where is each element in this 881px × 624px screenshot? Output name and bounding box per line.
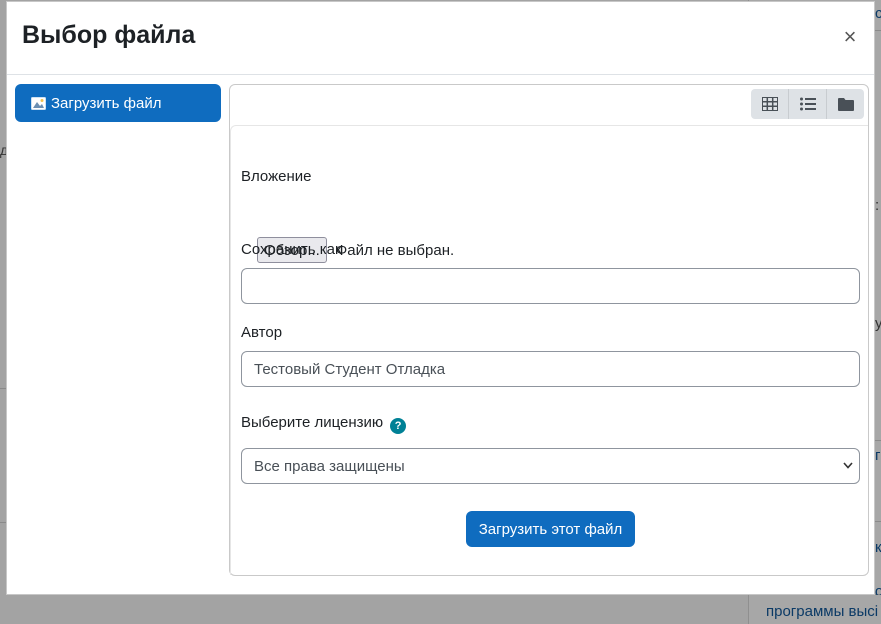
help-icon[interactable]: ? [390, 418, 407, 434]
background-text-fragment: у [875, 315, 881, 332]
file-status-text: Файл не выбран. [335, 241, 455, 259]
sidebar-item-upload-file[interactable]: Загрузить файл [15, 84, 221, 122]
upload-this-file-button[interactable]: Загрузить этот файл [466, 511, 635, 547]
view-switcher [751, 89, 864, 119]
background-text-fragment: с [875, 5, 881, 22]
upload-form: Вложение Обзор... Файл не выбран. Сохран… [230, 125, 868, 575]
license-select[interactable]: Все права защищены [241, 448, 860, 484]
author-label: Автор [241, 324, 283, 341]
author-input[interactable] [241, 351, 860, 387]
file-picker-dialog: Выбор файла × Загрузить файл Вложение Об… [6, 1, 875, 595]
close-icon: × [843, 24, 857, 49]
view-list-button[interactable] [789, 89, 827, 119]
sidebar-item-label: Загрузить файл [51, 94, 162, 112]
chevron-down-icon [843, 462, 853, 469]
upload-icon [31, 97, 46, 110]
folder-icon [837, 98, 854, 111]
background-link[interactable]: программы высі [766, 603, 878, 620]
license-selected-value: Все права защищены [254, 457, 405, 475]
background-text-fragment: : [875, 197, 880, 214]
save-as-input[interactable] [241, 268, 860, 304]
save-as-label: Сохранить как [241, 241, 342, 258]
view-tree-button[interactable] [827, 89, 864, 119]
list-icon [799, 97, 816, 111]
view-icons-button[interactable] [751, 89, 789, 119]
repository-content: Вложение Обзор... Файл не выбран. Сохран… [229, 84, 869, 576]
dialog-title: Выбор файла [22, 21, 196, 49]
background-text-fragment: г [875, 447, 881, 464]
grid-icon [761, 97, 778, 111]
license-label-row: Выберите лицензию? [241, 414, 407, 434]
license-label: Выберите лицензию [241, 414, 384, 431]
close-button[interactable]: × [838, 24, 862, 50]
dialog-header: Выбор файла × [7, 2, 874, 75]
attachment-label: Вложение [241, 168, 312, 185]
background-text-fragment: к [875, 539, 881, 556]
